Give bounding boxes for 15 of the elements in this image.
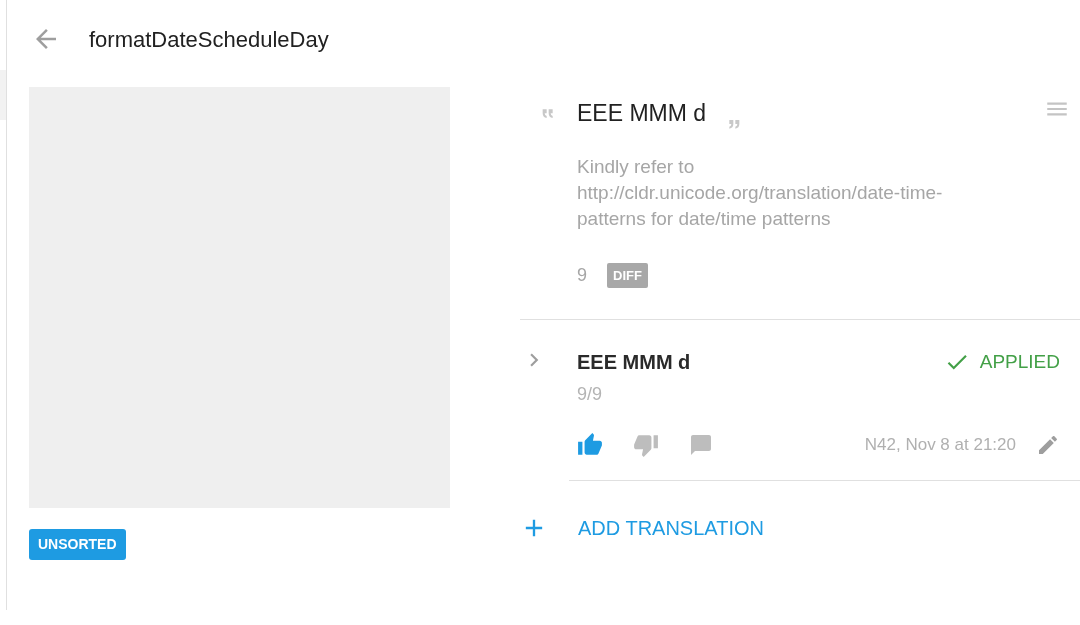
add-translation-button[interactable]: ADD TRANSLATION [520,513,764,543]
status-label: APPLIED [943,347,1060,377]
thumbs-up-icon[interactable] [577,432,603,458]
source-comment: Kindly refer to http://cldr.unicode.org/translation/date-time-patterns for date/time patterns [577,155,944,231]
source-count: 9 [577,264,587,287]
page-title: formatDateScheduleDay [89,25,329,54]
translation-score: 9/9 [577,383,604,406]
thumbs-down-icon[interactable] [633,432,659,458]
translation-meta: N42, Nov 8 at 21:20 [864,434,1016,457]
diff-tag[interactable]: DIFF [607,262,648,289]
translation-text: EEE MMM d [577,350,691,375]
pencil-icon[interactable] [1036,433,1060,457]
comment-icon[interactable] [689,433,713,457]
source-text: EEE MMM d [577,99,707,128]
unsorted-tag: UNSORTED [29,529,126,560]
